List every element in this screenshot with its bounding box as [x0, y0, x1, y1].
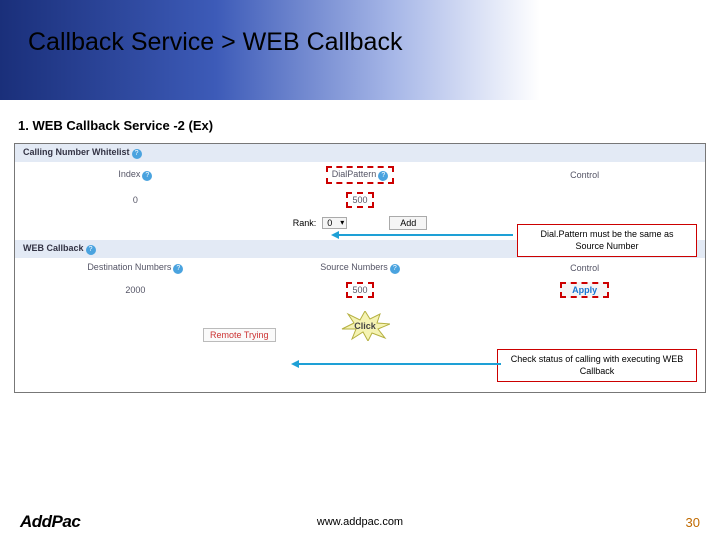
rank-label: Rank:	[293, 218, 317, 228]
page-number: 30	[686, 515, 700, 530]
rank-select[interactable]: 0	[322, 217, 347, 229]
help-icon: ?	[378, 171, 388, 181]
status-value: Remote Trying	[203, 328, 276, 342]
col-dialpattern: DialPattern?	[248, 166, 473, 184]
help-icon: ?	[142, 171, 152, 181]
help-icon: ?	[173, 264, 183, 274]
whitelist-band: Calling Number Whitelist?	[15, 144, 705, 162]
header-band: Callback Service > WEB Callback	[0, 0, 720, 100]
help-icon: ?	[86, 245, 96, 255]
dest-value: 2000	[23, 285, 248, 295]
index-value: 0	[23, 195, 248, 205]
logo: AddPac	[20, 512, 80, 532]
callout-status: Check status of calling with executing W…	[497, 349, 697, 382]
col-src: Source Numbers?	[248, 262, 473, 274]
dialpattern-value: 500	[248, 192, 473, 208]
src-value: 500	[248, 282, 473, 298]
click-burst: Click	[340, 311, 390, 341]
help-icon: ?	[390, 264, 400, 274]
arrow-to-dialpattern	[337, 234, 513, 236]
callout-dialpattern: Dial.Pattern must be the same as Source …	[517, 224, 697, 257]
arrow-to-status	[297, 363, 501, 365]
help-icon: ?	[132, 149, 142, 159]
webcallback-row: 2000 500 Apply	[15, 278, 705, 302]
add-button[interactable]: Add	[389, 216, 427, 230]
whitelist-row: 0 500	[15, 188, 705, 212]
section-subtitle: 1. WEB Callback Service -2 (Ex)	[18, 118, 720, 133]
page-title: Callback Service > WEB Callback	[28, 28, 402, 57]
col-control2: Control	[472, 263, 697, 273]
col-index: Index?	[23, 169, 248, 181]
footer: AddPac www.addpac.com 30	[0, 512, 720, 532]
footer-url: www.addpac.com	[317, 516, 403, 528]
col-dest: Destination Numbers?	[23, 262, 248, 274]
col-control: Control	[472, 170, 697, 180]
apply-button[interactable]: Apply	[560, 282, 609, 298]
whitelist-headers: Index? DialPattern? Control	[15, 162, 705, 188]
webcallback-headers: Destination Numbers? Source Numbers? Con…	[15, 258, 705, 278]
screenshot-area: Calling Number Whitelist? Index? DialPat…	[14, 143, 706, 393]
